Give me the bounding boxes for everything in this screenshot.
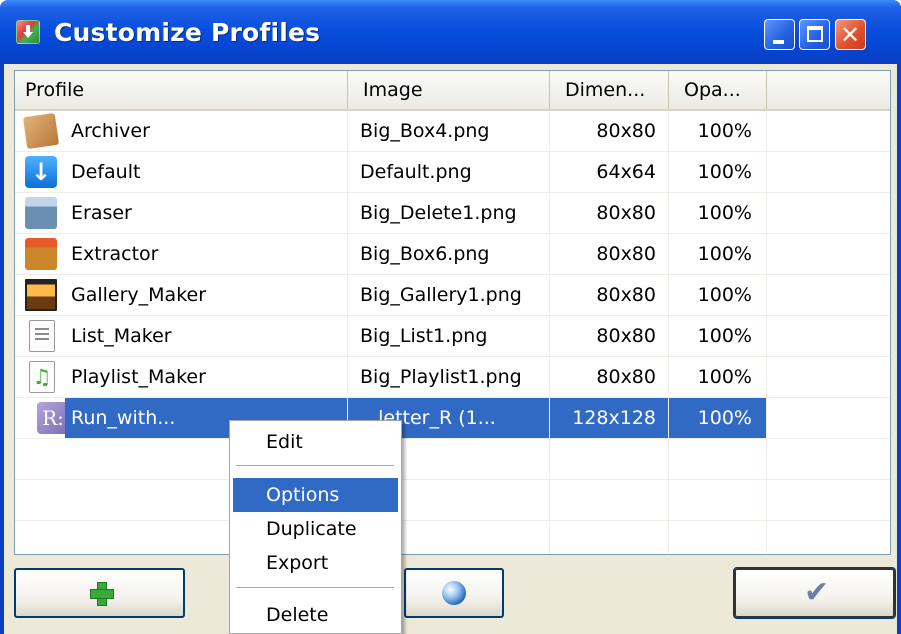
profile-image: Default.png <box>348 152 550 192</box>
minimize-icon <box>773 40 784 44</box>
row-filler <box>767 234 890 274</box>
customize-profiles-window: Customize Profiles ✕ Profile Image Dimen… <box>0 0 901 634</box>
menu-item-duplicate[interactable]: Duplicate <box>233 512 398 546</box>
profile-image: Big_Gallery1.png <box>348 275 550 315</box>
profile-name: Gallery_Maker <box>15 275 348 315</box>
row-filler <box>767 152 890 192</box>
profile-opacity: 100% <box>669 111 767 151</box>
menu-item-export[interactable]: Export <box>233 546 398 580</box>
profile-name: Extractor <box>15 234 348 274</box>
profile-image: Big_Box6.png <box>348 234 550 274</box>
profile-name: Default <box>15 152 348 192</box>
profile-opacity: 100% <box>669 234 767 274</box>
empty-row <box>15 521 890 554</box>
profile-dimensions: 64x64 <box>550 152 669 192</box>
table-row[interactable]: ♫ Playlist_Maker Big_Playlist1.png 80x80… <box>15 357 890 398</box>
menu-item-edit[interactable]: Edit <box>233 425 398 459</box>
row-filler <box>767 398 890 438</box>
profile-dimensions: 80x80 <box>550 275 669 315</box>
empty-cell <box>669 439 767 479</box>
window-title: Customize Profiles <box>54 18 321 47</box>
row-filler <box>767 193 890 233</box>
context-menu: Edit Options Duplicate Export Delete <box>229 420 402 634</box>
column-header-filler <box>767 71 890 109</box>
browse-image-button[interactable] <box>404 568 504 618</box>
dialog-client-area: Profile Image Dimen... Opa... Archiver B… <box>4 64 897 634</box>
menu-item-options[interactable]: Options <box>233 478 398 512</box>
menu-separator <box>236 587 394 588</box>
add-profile-button[interactable] <box>14 568 185 618</box>
row-filler <box>767 316 890 356</box>
table-row[interactable]: ↓ Default Default.png 64x64 100% <box>15 152 890 193</box>
profile-image: Big_Box4.png <box>348 111 550 151</box>
empty-row <box>15 439 890 480</box>
empty-cell <box>767 439 890 479</box>
empty-cell <box>550 480 669 520</box>
column-header-opacity[interactable]: Opa... <box>669 71 767 109</box>
profile-dimensions: 80x80 <box>550 357 669 397</box>
list-header: Profile Image Dimen... Opa... <box>15 71 890 111</box>
profile-dimensions: 128x128 <box>550 398 669 438</box>
profile-opacity: 100% <box>669 357 767 397</box>
profile-opacity: 100% <box>669 193 767 233</box>
empty-cell <box>767 480 890 520</box>
checkmark-icon: ✔ <box>804 575 830 610</box>
empty-cell <box>550 439 669 479</box>
table-row[interactable]: Eraser Big_Delete1.png 80x80 100% <box>15 193 890 234</box>
column-header-image[interactable]: Image <box>348 71 550 109</box>
profiles-list[interactable]: Profile Image Dimen... Opa... Archiver B… <box>14 70 891 555</box>
profile-dimensions: 80x80 <box>550 234 669 274</box>
profile-opacity: 100% <box>669 275 767 315</box>
column-header-dimensions[interactable]: Dimen... <box>550 71 669 109</box>
maximize-icon <box>807 26 823 42</box>
plus-icon <box>90 582 114 606</box>
table-row[interactable]: Gallery_Maker Big_Gallery1.png 80x80 100… <box>15 275 890 316</box>
minimize-button[interactable] <box>764 19 795 50</box>
row-filler <box>767 357 890 397</box>
row-filler <box>767 275 890 315</box>
close-button[interactable]: ✕ <box>835 19 866 50</box>
empty-cell <box>550 521 669 554</box>
empty-cell <box>669 521 767 554</box>
button-bar: ✔ <box>4 560 897 630</box>
close-icon: ✕ <box>840 21 861 49</box>
menu-separator <box>236 465 394 466</box>
profile-dimensions: 80x80 <box>550 111 669 151</box>
title-bar[interactable]: Customize Profiles ✕ <box>0 0 901 64</box>
profile-opacity: 100% <box>669 152 767 192</box>
table-row-selected[interactable]: R: Run_with... ...letter_R (1... 128x128… <box>15 398 890 439</box>
profile-name: Playlist_Maker <box>15 357 348 397</box>
profile-opacity: 100% <box>669 398 767 438</box>
profile-dimensions: 80x80 <box>550 193 669 233</box>
maximize-button[interactable] <box>799 19 830 50</box>
profile-name: Archiver <box>15 111 348 151</box>
menu-item-delete[interactable]: Delete <box>233 598 398 632</box>
globe-magnifier-icon <box>442 581 466 605</box>
download-arrow-icon <box>16 20 40 44</box>
empty-cell <box>669 480 767 520</box>
profile-dimensions: 80x80 <box>550 316 669 356</box>
profile-image: Big_List1.png <box>348 316 550 356</box>
row-filler <box>767 111 890 151</box>
ok-button[interactable]: ✔ <box>733 567 896 619</box>
profile-name: List_Maker <box>15 316 348 356</box>
column-header-profile[interactable]: Profile <box>15 71 348 109</box>
table-row[interactable]: Extractor Big_Box6.png 80x80 100% <box>15 234 890 275</box>
empty-cell <box>767 521 890 554</box>
profile-image: Big_Delete1.png <box>348 193 550 233</box>
profile-image: Big_Playlist1.png <box>348 357 550 397</box>
profile-opacity: 100% <box>669 316 767 356</box>
profile-name: Eraser <box>15 193 348 233</box>
table-row[interactable]: Archiver Big_Box4.png 80x80 100% <box>15 111 890 152</box>
empty-row <box>15 480 890 521</box>
table-row[interactable]: List_Maker Big_List1.png 80x80 100% <box>15 316 890 357</box>
